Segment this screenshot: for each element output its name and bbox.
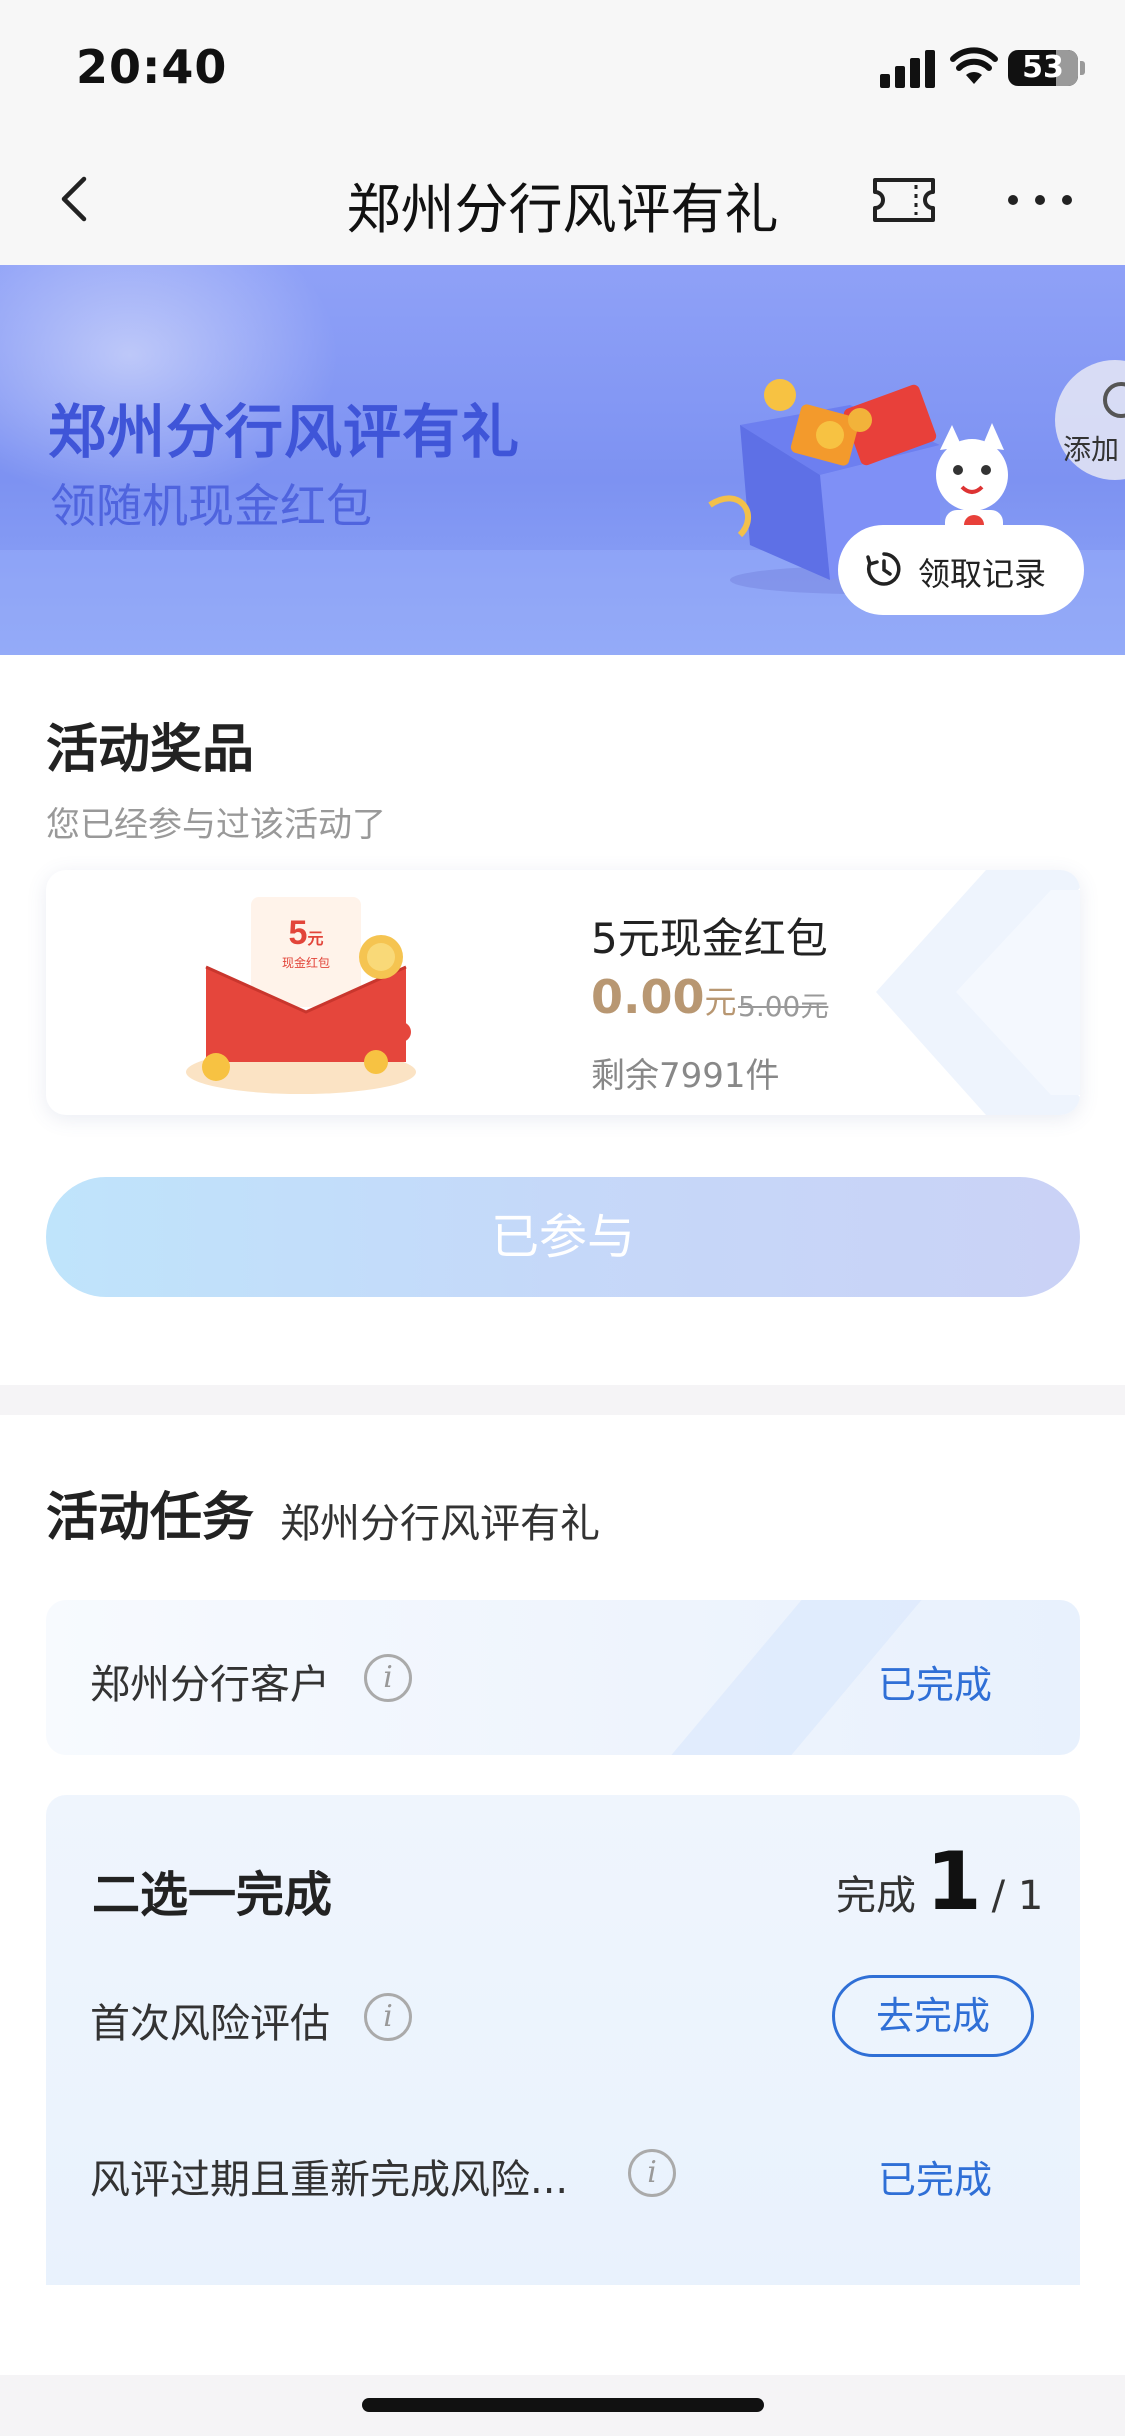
prize-section: 活动奖品 您已经参与过该活动了 5元 现金红包 5元现金红包 0.00元 5.0…: [0, 655, 1125, 1385]
task-label-customer: 郑州分行客户: [90, 1662, 330, 1708]
home-indicator: [362, 2398, 764, 2412]
progress-total: / 1: [991, 1873, 1044, 1919]
add-favorite-button[interactable]: 添加: [1055, 360, 1125, 480]
task-progress: 完成 1/ 1: [836, 1835, 1043, 1928]
progress-done: 1: [926, 1835, 982, 1928]
task-card-choose-one: 二选一完成 完成 1/ 1 首次风险评估 i 去完成 风评过期且重新完成风险...…: [46, 1795, 1080, 2285]
prize-card[interactable]: 5元 现金红包 5元现金红包 0.00元 5.00元 剩余7991件: [46, 870, 1080, 1115]
info-icon[interactable]: i: [364, 1993, 412, 2041]
page-title: 郑州分行风评有礼: [346, 178, 779, 241]
banner-title: 郑州分行风评有礼: [48, 398, 521, 466]
add-label: 添加: [1063, 433, 1120, 466]
activity-banner: 郑州分行风评有礼 领随机现金红包 添加 领取记录: [0, 265, 1125, 655]
more-icon[interactable]: [1005, 175, 1075, 225]
prize-price-unit: 元: [704, 983, 737, 1021]
task-status-reassessment: 已完成: [878, 2158, 993, 2202]
chevron-decoration: [876, 870, 1080, 1115]
joined-button[interactable]: 已参与: [46, 1177, 1080, 1297]
battery-icon: 53: [1008, 50, 1078, 86]
battery-level: 53: [1022, 50, 1064, 85]
task-section-title: 活动任务: [46, 1488, 255, 1548]
clock-icon: [866, 552, 901, 586]
nav-bar: 郑州分行风评有礼: [0, 135, 1125, 265]
prize-section-title: 活动奖品: [46, 720, 255, 780]
prize-name: 5元现金红包: [591, 914, 828, 963]
go-complete-button[interactable]: 去完成: [832, 1975, 1034, 2057]
task-section: 活动任务 郑州分行风评有礼 郑州分行客户 i 已完成 二选一完成 完成 1/ 1 …: [0, 1415, 1125, 2375]
add-icon: [1103, 382, 1125, 418]
claim-record-label: 领取记录: [918, 555, 1047, 593]
progress-label: 完成: [836, 1873, 916, 1919]
task-label-reassessment: 风评过期且重新完成风险...: [90, 2157, 569, 2203]
task-label-first-assessment: 首次风险评估: [90, 2001, 330, 2047]
info-icon[interactable]: i: [364, 1654, 412, 1702]
prize-price-value: 0.00: [591, 970, 705, 1024]
prize-original-price: 5.00元: [738, 990, 829, 1023]
task-section-subtitle: 郑州分行风评有礼: [280, 1501, 600, 1547]
status-bar: 20:40 53: [0, 0, 1125, 135]
prize-remaining: 剩余7991件: [591, 1056, 780, 1096]
participation-note: 您已经参与过该活动了: [46, 805, 386, 845]
task-status-customer: 已完成: [878, 1663, 993, 1707]
banner-subtitle: 领随机现金红包: [50, 479, 372, 533]
wifi-icon: [950, 47, 998, 84]
task-group-title: 二选一完成: [92, 1867, 333, 1923]
claim-record-button[interactable]: 领取记录: [838, 525, 1084, 615]
status-time: 20:40: [76, 40, 228, 94]
envelope-label-text: 现金红包: [282, 955, 330, 970]
red-envelope-image: 5元 现金红包: [186, 897, 416, 1094]
signal-icon: [880, 48, 936, 88]
info-icon[interactable]: i: [628, 2149, 676, 2197]
ticket-icon[interactable]: [872, 177, 936, 223]
prize-price: 0.00元: [591, 970, 737, 1024]
task-card-customer: 郑州分行客户 i 已完成: [46, 1600, 1080, 1755]
